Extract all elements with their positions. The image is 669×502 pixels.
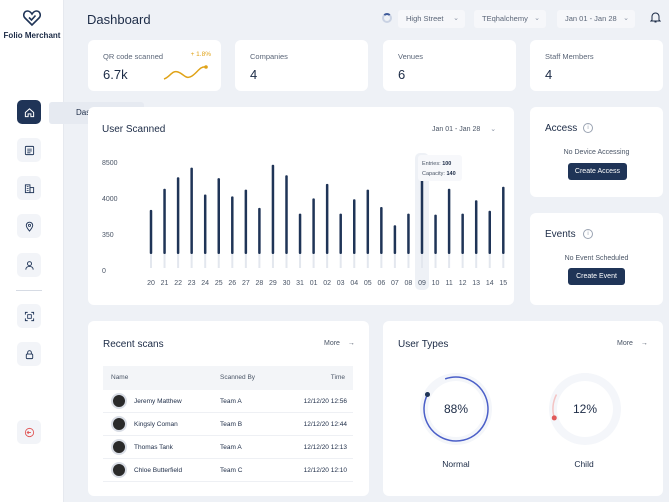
donut-marker bbox=[551, 415, 557, 421]
normal-percent: 88% bbox=[444, 402, 469, 416]
donut-marker bbox=[424, 391, 430, 397]
normal-label: Normal bbox=[442, 459, 470, 469]
child-percent: 12% bbox=[573, 402, 598, 416]
user-types-donut-charts bbox=[420, 373, 621, 445]
child-label: Child bbox=[574, 459, 594, 469]
